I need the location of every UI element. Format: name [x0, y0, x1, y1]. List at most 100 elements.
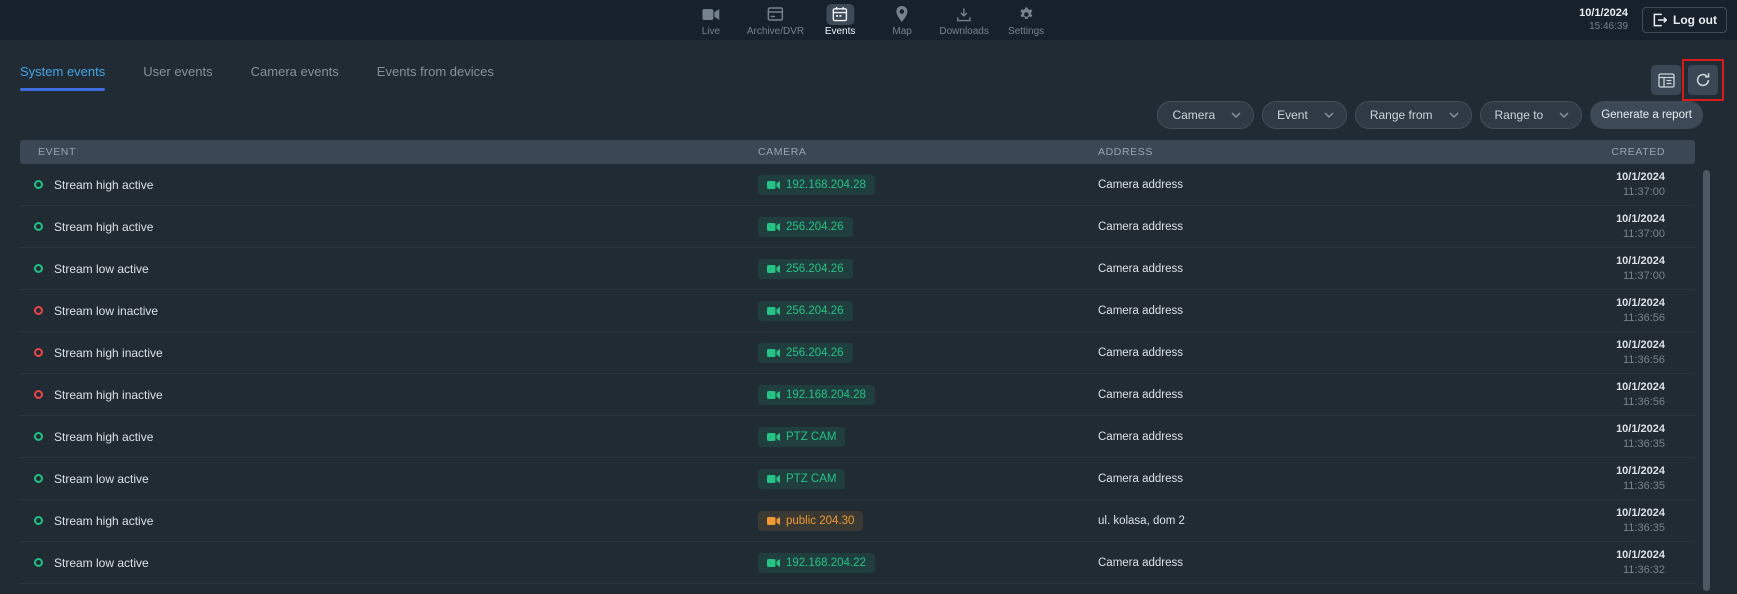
table-toolbar — [1651, 65, 1718, 95]
camera-icon — [767, 558, 780, 568]
nav-label: Live — [702, 26, 720, 37]
nav-item-settings[interactable]: Settings — [1000, 4, 1052, 37]
nav-item-live[interactable]: Live — [685, 4, 737, 37]
status-icon — [34, 180, 43, 189]
nav-label: Archive/DVR — [747, 26, 804, 37]
event-label: Stream high inactive — [54, 388, 163, 402]
address-label: Camera address — [1080, 347, 1495, 359]
camera-name: 192.168.204.28 — [786, 389, 866, 401]
camera-badge[interactable]: 192.168.204.28 — [758, 385, 875, 405]
tab-events-from-devices[interactable]: Events from devices — [377, 64, 494, 91]
camera-filter-label: Camera — [1172, 108, 1215, 122]
archive-icon — [768, 7, 784, 21]
created-date: 10/1/2024 — [1495, 170, 1665, 184]
table-header: EVENT CAMERA ADDRESS CREATED — [20, 140, 1695, 164]
camera-badge[interactable]: 256.204.26 — [758, 343, 853, 363]
calendar-icon — [833, 6, 848, 22]
created-cell: 10/1/2024 11:37:00 — [1495, 212, 1695, 241]
camera-badge[interactable]: 192.168.204.28 — [758, 175, 875, 195]
camera-badge[interactable]: 256.204.26 — [758, 259, 853, 279]
event-cell: Stream high inactive — [20, 346, 740, 360]
camera-name: 256.204.26 — [786, 221, 844, 233]
nav-item-downloads[interactable]: Downloads — [938, 4, 990, 37]
created-date: 10/1/2024 — [1495, 338, 1665, 352]
logout-button[interactable]: Log out — [1642, 7, 1727, 33]
address-label: Camera address — [1080, 557, 1495, 569]
table-row[interactable]: Stream low active 256.204.26 Camera addr… — [20, 248, 1695, 290]
event-cell: Stream high inactive — [20, 388, 740, 402]
address-label: Camera address — [1080, 473, 1495, 485]
camera-filter-select[interactable]: Camera — [1157, 101, 1254, 129]
table-row[interactable]: Stream high active public 204.30 ul. kol… — [20, 500, 1695, 542]
report-view-button[interactable] — [1651, 65, 1681, 95]
created-cell: 10/1/2024 11:37:00 — [1495, 170, 1695, 199]
table-row[interactable]: Stream low active PTZ CAM Camera address… — [20, 458, 1695, 500]
table-row[interactable]: Stream high active 256.204.26 Camera add… — [20, 206, 1695, 248]
created-time: 11:37:00 — [1495, 185, 1665, 199]
refresh-button[interactable] — [1688, 65, 1718, 95]
logout-icon — [1652, 13, 1667, 27]
created-cell: 10/1/2024 11:36:35 — [1495, 422, 1695, 451]
camera-name: 256.204.26 — [786, 347, 844, 359]
download-icon — [957, 7, 972, 22]
tab-system-events[interactable]: System events — [20, 64, 105, 91]
camera-badge[interactable]: 256.204.26 — [758, 217, 853, 237]
nav-item-events[interactable]: Events — [814, 4, 866, 37]
nav-item-archive-dvr[interactable]: Archive/DVR — [747, 4, 804, 37]
address-label: Camera address — [1080, 221, 1495, 233]
camera-badge[interactable]: PTZ CAM — [758, 427, 845, 447]
created-time: 11:36:56 — [1495, 395, 1665, 409]
range-to-select[interactable]: Range to — [1480, 101, 1583, 129]
event-filter-select[interactable]: Event — [1262, 101, 1347, 129]
table-row[interactable]: Stream high inactive 256.204.26 Camera a… — [20, 332, 1695, 374]
created-date: 10/1/2024 — [1495, 212, 1665, 226]
created-date: 10/1/2024 — [1495, 464, 1665, 478]
range-from-select[interactable]: Range from — [1355, 101, 1472, 129]
scrollbar-thumb[interactable] — [1703, 170, 1710, 591]
camera-name: 256.204.26 — [786, 263, 844, 275]
chevron-down-icon — [1231, 112, 1241, 118]
camera-icon — [767, 432, 780, 442]
table-row[interactable]: Stream low active 192.168.204.22 Camera … — [20, 542, 1695, 584]
created-date: 10/1/2024 — [1495, 548, 1665, 562]
table-row[interactable]: Stream low inactive 256.204.26 Camera ad… — [20, 290, 1695, 332]
camera-badge[interactable]: 192.168.204.22 — [758, 553, 875, 573]
created-time: 11:36:32 — [1495, 563, 1665, 577]
tab-camera-events[interactable]: Camera events — [251, 64, 339, 91]
camera-badge[interactable]: 256.204.26 — [758, 301, 853, 321]
range-from-label: Range from — [1370, 108, 1433, 122]
report-view-icon — [1658, 73, 1675, 88]
camera-badge[interactable]: PTZ CAM — [758, 469, 845, 489]
nav-item-map[interactable]: Map — [876, 4, 928, 37]
table-row[interactable]: Stream high active PTZ CAM Camera addres… — [20, 416, 1695, 458]
column-header-event: EVENT — [20, 146, 740, 158]
camera-icon — [767, 474, 780, 484]
event-filter-label: Event — [1277, 108, 1308, 122]
camera-name: PTZ CAM — [786, 473, 836, 485]
created-date: 10/1/2024 — [1495, 380, 1665, 394]
address-label: Camera address — [1080, 389, 1495, 401]
column-header-address: ADDRESS — [1080, 146, 1495, 158]
created-date: 10/1/2024 — [1495, 422, 1665, 436]
top-bar: Live Archive/DVR Events Map Downloads — [0, 0, 1737, 40]
status-icon — [34, 222, 43, 231]
address-label: Camera address — [1080, 431, 1495, 443]
status-icon — [34, 390, 43, 399]
event-cell: Stream low active — [20, 472, 740, 486]
tab-user-events[interactable]: User events — [143, 64, 212, 91]
camera-cell: 256.204.26 — [740, 301, 1080, 321]
camera-badge[interactable]: public 204.30 — [758, 511, 863, 531]
camera-name: 192.168.204.28 — [786, 179, 866, 191]
event-label: Stream low active — [54, 262, 149, 276]
camera-cell: 256.204.26 — [740, 343, 1080, 363]
generate-report-button[interactable]: Generate a report — [1590, 101, 1703, 129]
camera-name: PTZ CAM — [786, 431, 836, 443]
created-cell: 10/1/2024 11:36:56 — [1495, 296, 1695, 325]
status-icon — [34, 348, 43, 357]
created-date: 10/1/2024 — [1495, 254, 1665, 268]
filter-bar: Camera Event Range from Range to Generat… — [0, 101, 1703, 129]
table-row[interactable]: Stream high inactive 192.168.204.28 Came… — [20, 374, 1695, 416]
table-row[interactable]: Stream high active 192.168.204.28 Camera… — [20, 164, 1695, 206]
camera-cell: PTZ CAM — [740, 427, 1080, 447]
event-cell: Stream high active — [20, 220, 740, 234]
